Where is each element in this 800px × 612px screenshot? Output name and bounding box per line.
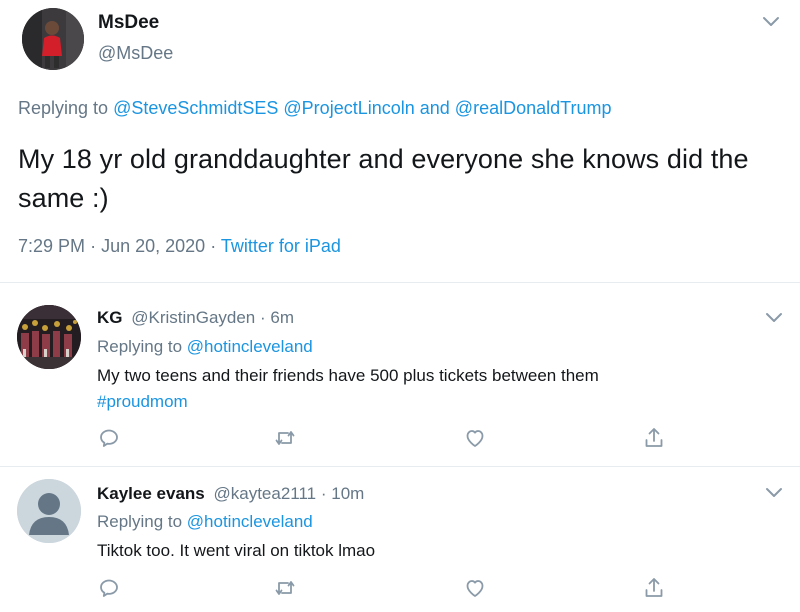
like-icon[interactable] xyxy=(463,426,487,450)
avatar-image xyxy=(22,8,84,70)
mention-link[interactable]: @SteveSchmidtSES xyxy=(113,98,278,118)
tweet-text-line: Tiktok too. It went viral on tiktok lmao xyxy=(97,541,376,560)
tweet-text-line: My two teens and their friends have 500 … xyxy=(97,366,599,385)
mention-link[interactable]: @hotincleveland xyxy=(187,337,313,356)
handle[interactable]: @MsDee xyxy=(98,43,173,64)
mention-link[interactable]: @ProjectLincoln xyxy=(283,98,414,118)
handle[interactable]: @KristinGayden xyxy=(131,308,255,327)
replying-to-line: Replying to @hotincleveland xyxy=(97,512,313,532)
display-name[interactable]: Kaylee evans xyxy=(97,484,205,503)
reply-tweet[interactable]: Kaylee evans @kaytea2111 · 10m Replying … xyxy=(0,467,800,612)
replying-label: Replying to xyxy=(97,337,183,356)
reply-tweet[interactable]: KG @KristinGayden · 6m Replying to @hoti… xyxy=(0,283,800,467)
handle[interactable]: @kaytea2111 xyxy=(213,484,316,503)
retweet-icon[interactable] xyxy=(273,576,297,600)
timestamp[interactable]: 6m xyxy=(270,308,294,327)
hashtag-link[interactable]: #proudmom xyxy=(97,389,737,415)
tweet-time[interactable]: 7:29 PM xyxy=(18,236,85,256)
timestamp[interactable]: 10m xyxy=(331,484,364,503)
default-avatar-icon xyxy=(17,479,81,543)
replying-to-line: Replying to @hotincleveland xyxy=(97,337,313,357)
display-name[interactable]: MsDee xyxy=(98,12,159,34)
avatar[interactable] xyxy=(17,305,81,369)
reply-icon[interactable] xyxy=(97,576,121,600)
tweet-meta: 7:29 PM · Jun 20, 2020 · Twitter for iPa… xyxy=(18,236,341,257)
avatar[interactable] xyxy=(17,479,81,543)
reply-header: KG @KristinGayden · 6m xyxy=(97,308,294,328)
share-icon[interactable] xyxy=(642,576,666,600)
tweet-date[interactable]: Jun 20, 2020 xyxy=(101,236,205,256)
tweet-text: Tiktok too. It went viral on tiktok lmao xyxy=(97,538,737,564)
chevron-down-icon[interactable] xyxy=(760,14,782,30)
replying-label: Replying to xyxy=(97,512,183,531)
others-link[interactable]: and xyxy=(420,98,450,118)
display-name[interactable]: KG xyxy=(97,308,123,327)
replying-label: Replying to xyxy=(18,98,109,118)
mention-link[interactable]: @hotincleveland xyxy=(187,512,313,531)
like-icon[interactable] xyxy=(463,576,487,600)
action-bar xyxy=(97,426,667,450)
tweet-text: My two teens and their friends have 500 … xyxy=(97,363,737,415)
share-icon[interactable] xyxy=(642,426,666,450)
reply-header: Kaylee evans @kaytea2111 · 10m xyxy=(97,484,364,504)
avatar[interactable] xyxy=(22,8,84,70)
reply-icon[interactable] xyxy=(97,426,121,450)
retweet-icon[interactable] xyxy=(273,426,297,450)
separator: · xyxy=(320,484,327,503)
tweet-text: My 18 yr old granddaughter and everyone … xyxy=(18,144,749,213)
avatar-image xyxy=(17,305,81,369)
mention-link[interactable]: @realDonaldTrump xyxy=(455,98,612,118)
tweet-source-link[interactable]: Twitter for iPad xyxy=(221,236,341,256)
main-tweet: MsDee @MsDee Replying to @SteveSchmidtSES… xyxy=(0,0,800,283)
replying-to-line: Replying to @SteveSchmidtSES @ProjectLinco… xyxy=(18,98,616,119)
separator: · xyxy=(210,236,217,256)
chevron-down-icon[interactable] xyxy=(763,485,785,501)
separator: · xyxy=(90,236,97,256)
chevron-down-icon[interactable] xyxy=(763,310,785,326)
action-bar xyxy=(97,576,667,600)
separator: · xyxy=(260,308,266,327)
